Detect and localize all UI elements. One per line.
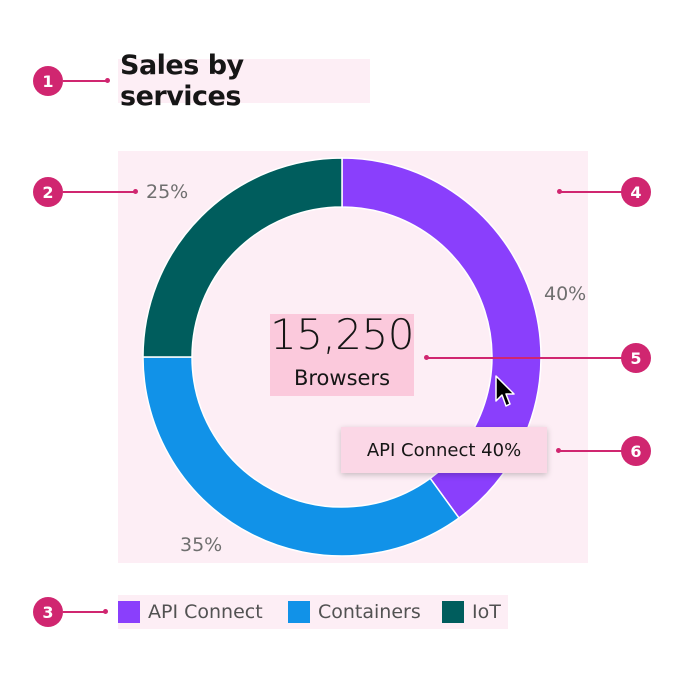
legend-item-containers[interactable]: Containers [288,595,421,629]
annotation-dot-2 [133,189,138,194]
annotation-badge-2: 2 [33,177,63,207]
slice-label-api-connect: 40% [544,283,587,305]
annotation-leader-2 [63,191,135,193]
annotation-dot-1 [105,78,110,83]
center-value: 15,250 [270,310,414,359]
legend: API Connect Containers IoT [118,595,508,629]
annotation-leader-6 [559,450,622,452]
legend-label-containers: Containers [318,601,421,623]
legend-swatch-api-connect [118,601,140,623]
annotation-leader-1 [63,80,107,82]
slice-label-containers: 35% [180,534,223,556]
annotation-dot-5 [424,355,429,360]
tooltip: API Connect 40% [341,427,547,473]
legend-item-iot[interactable]: IoT [442,595,501,629]
annotation-leader-4 [560,191,622,193]
legend-item-api-connect[interactable]: API Connect [118,595,263,629]
annotation-dot-3 [103,609,108,614]
legend-label-iot: IoT [472,601,501,623]
annotation-leader-5 [427,357,622,359]
annotation-badge-5: 5 [621,343,651,373]
annotation-badge-4: 4 [621,177,651,207]
annotation-dot-6 [556,448,561,453]
annotation-badge-6: 6 [621,436,651,466]
legend-label-api-connect: API Connect [148,601,263,623]
legend-swatch-iot [442,601,464,623]
mouse-cursor-icon [495,375,515,407]
annotation-badge-1: 1 [33,66,63,96]
annotation-dot-4 [557,189,562,194]
annotation-leader-3 [63,611,105,613]
slice-label-iot: 25% [146,181,189,203]
center-label: Browsers [293,366,391,390]
annotation-badge-3: 3 [33,597,63,627]
legend-swatch-containers [288,601,310,623]
